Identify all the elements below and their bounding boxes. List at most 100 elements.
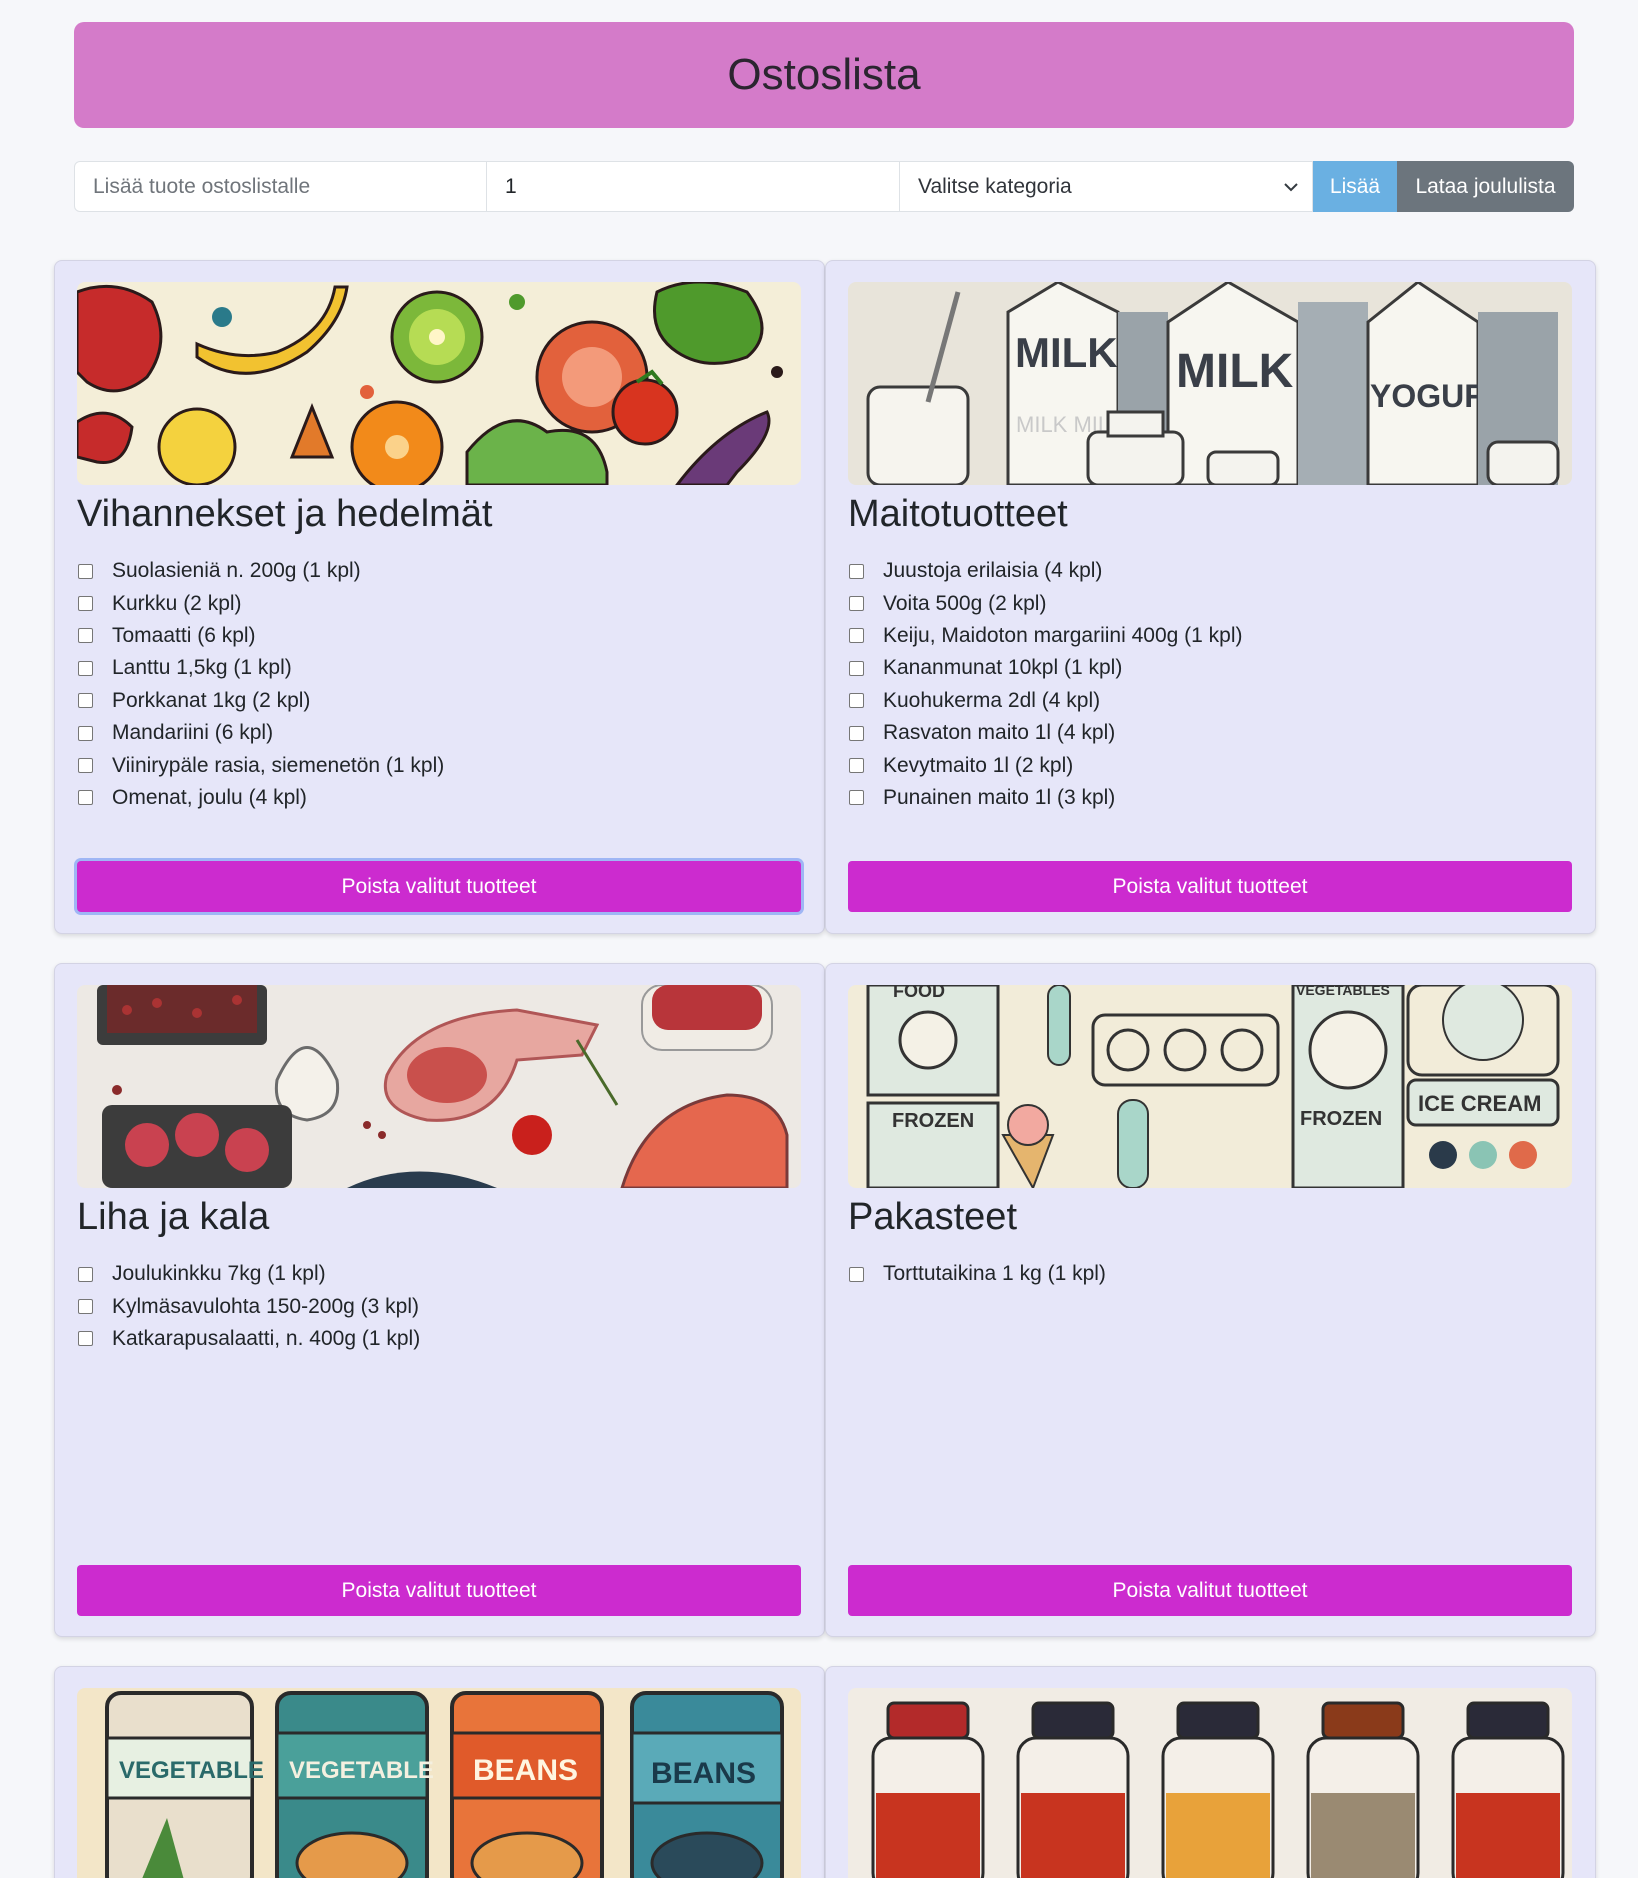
item-checkbox[interactable] xyxy=(849,660,864,676)
category-image: FOOD FROZEN VEGETABLES FROZEN ICE CREAM xyxy=(848,985,1572,1188)
delete-selected-button[interactable]: Poista valitut tuotteet xyxy=(848,861,1572,912)
category-image xyxy=(77,282,801,485)
item-label: Omenat, joulu (4 kpl) xyxy=(112,785,307,809)
list-item: Suolasieniä n. 200g (1 kpl) xyxy=(77,555,444,587)
list-item: Joulukinkku 7kg (1 kpl) xyxy=(77,1258,420,1290)
item-checkbox[interactable] xyxy=(78,596,93,612)
category-card-dairy: MILK MILK MILK MILK YOGURT Maitotuotteet… xyxy=(825,260,1596,934)
item-checkbox[interactable] xyxy=(78,1299,93,1315)
item-checkbox[interactable] xyxy=(78,693,93,709)
item-list: Torttutaikina 1 kg (1 kpl) xyxy=(848,1258,1106,1290)
list-item: Kuohukerma 2dl (4 kpl) xyxy=(848,685,1243,717)
category-title: Pakasteet xyxy=(848,1196,1017,1238)
can-label-4: BEANS xyxy=(651,1757,756,1790)
category-card-meat-fish: Liha ja kala Joulukinkku 7kg (1 kpl) Kyl… xyxy=(54,963,825,1637)
item-label: Porkkanat 1kg (2 kpl) xyxy=(112,688,311,712)
add-item-form: Lisää tuote ostoslistalle 1 Valitse kate… xyxy=(74,161,1574,212)
category-card-canned: VEGETABLE VEGETABLE BEANS BEANS xyxy=(54,1666,825,1878)
can-label-3: BEANS xyxy=(473,1754,578,1787)
item-checkbox[interactable] xyxy=(849,1266,864,1282)
item-label: Suolasieniä n. 200g (1 kpl) xyxy=(112,559,361,583)
category-card-frozen: FOOD FROZEN VEGETABLES FROZEN ICE CREAM … xyxy=(825,963,1596,1637)
list-item: Lanttu 1,5kg (1 kpl) xyxy=(77,652,444,684)
item-checkbox[interactable] xyxy=(849,725,864,741)
category-image xyxy=(77,985,801,1188)
item-label: Kylmäsavulohta 150-200g (3 kpl) xyxy=(112,1294,420,1318)
load-christmas-list-button[interactable]: Lataa joululista xyxy=(1397,161,1574,212)
category-image: MILK MILK MILK MILK YOGURT xyxy=(848,282,1572,485)
list-item: Punainen maito 1l (3 kpl) xyxy=(848,782,1243,814)
add-button[interactable]: Lisää xyxy=(1313,161,1397,212)
item-checkbox[interactable] xyxy=(78,790,93,806)
item-list: Suolasieniä n. 200g (1 kpl) Kurkku (2 kp… xyxy=(77,555,444,814)
category-image xyxy=(848,1688,1572,1878)
item-label: Kananmunat 10kpl (1 kpl) xyxy=(883,656,1123,680)
list-item: Keiju, Maidoton margariini 400g (1 kpl) xyxy=(848,620,1243,652)
item-list: Juustoja erilaisia (4 kpl) Voita 500g (2… xyxy=(848,555,1243,814)
frozen-label-2: FROZEN xyxy=(1300,1108,1382,1130)
quantity-input[interactable]: 1 xyxy=(487,161,900,212)
item-checkbox[interactable] xyxy=(78,1331,93,1347)
frozen-label-food: FOOD xyxy=(893,985,945,1001)
item-checkbox[interactable] xyxy=(78,1266,93,1282)
item-checkbox[interactable] xyxy=(78,660,93,676)
category-title: Vihannekset ja hedelmät xyxy=(77,493,493,535)
delete-selected-button[interactable]: Poista valitut tuotteet xyxy=(77,861,801,912)
list-item: Kylmäsavulohta 150-200g (3 kpl) xyxy=(77,1290,420,1322)
category-image: VEGETABLE VEGETABLE BEANS BEANS xyxy=(77,1688,801,1878)
category-title: Liha ja kala xyxy=(77,1196,270,1238)
item-label: Mandariini (6 kpl) xyxy=(112,721,274,745)
item-label: Keiju, Maidoton margariini 400g (1 kpl) xyxy=(883,623,1243,647)
product-input[interactable]: Lisää tuote ostoslistalle xyxy=(74,161,487,212)
delete-selected-button[interactable]: Poista valitut tuotteet xyxy=(77,1565,801,1616)
item-checkbox[interactable] xyxy=(78,725,93,741)
item-label: Katkarapusalaatti, n. 400g (1 kpl) xyxy=(112,1326,421,1350)
can-label-2: VEGETABLE xyxy=(289,1757,434,1784)
category-select-value: Valitse kategoria xyxy=(918,174,1072,198)
can-label-1: VEGETABLE xyxy=(119,1757,264,1784)
list-item: Torttutaikina 1 kg (1 kpl) xyxy=(848,1258,1106,1290)
item-checkbox[interactable] xyxy=(78,628,93,644)
item-label: Kurkku (2 kpl) xyxy=(112,591,242,615)
milk-carton-label: MILK xyxy=(1015,329,1118,376)
list-item: Viinirypäle rasia, siemenetön (1 kpl) xyxy=(77,749,444,781)
page-title: Ostoslista xyxy=(74,22,1574,128)
item-label: Lanttu 1,5kg (1 kpl) xyxy=(112,656,292,680)
list-item: Porkkanat 1kg (2 kpl) xyxy=(77,685,444,717)
milk-carton-label-2: MILK xyxy=(1176,345,1294,398)
list-item: Katkarapusalaatti, n. 400g (1 kpl) xyxy=(77,1323,420,1355)
item-label: Rasvaton maito 1l (4 kpl) xyxy=(883,721,1116,745)
item-checkbox[interactable] xyxy=(849,628,864,644)
list-item: Tomaatti (6 kpl) xyxy=(77,620,444,652)
item-label: Torttutaikina 1 kg (1 kpl) xyxy=(883,1262,1106,1286)
category-card-spices xyxy=(825,1666,1596,1878)
item-label: Kuohukerma 2dl (4 kpl) xyxy=(883,688,1101,712)
chevron-down-icon xyxy=(1284,182,1298,191)
item-list: Joulukinkku 7kg (1 kpl) Kylmäsavulohta 1… xyxy=(77,1258,420,1355)
category-title: Maitotuotteet xyxy=(848,493,1068,535)
list-item: Kevytmaito 1l (2 kpl) xyxy=(848,749,1243,781)
list-item: Juustoja erilaisia (4 kpl) xyxy=(848,555,1243,587)
item-checkbox[interactable] xyxy=(849,790,864,806)
item-checkbox[interactable] xyxy=(849,596,864,612)
item-checkbox[interactable] xyxy=(78,758,93,774)
item-checkbox[interactable] xyxy=(78,563,93,579)
list-item: Mandariini (6 kpl) xyxy=(77,717,444,749)
list-item: Kurkku (2 kpl) xyxy=(77,587,444,619)
item-checkbox[interactable] xyxy=(849,693,864,709)
ice-cream-label: ICE CREAM xyxy=(1418,1091,1541,1116)
item-label: Punainen maito 1l (3 kpl) xyxy=(883,785,1116,809)
delete-selected-button[interactable]: Poista valitut tuotteet xyxy=(848,1565,1572,1616)
vegetables-label: VEGETABLES xyxy=(1296,985,1390,998)
item-label: Juustoja erilaisia (4 kpl) xyxy=(883,559,1103,583)
frozen-label: FROZEN xyxy=(892,1110,974,1132)
item-checkbox[interactable] xyxy=(849,563,864,579)
category-select[interactable]: Valitse kategoria xyxy=(900,161,1313,212)
item-label: Kevytmaito 1l (2 kpl) xyxy=(883,753,1074,777)
item-checkbox[interactable] xyxy=(849,758,864,774)
list-item: Voita 500g (2 kpl) xyxy=(848,587,1243,619)
item-label: Joulukinkku 7kg (1 kpl) xyxy=(112,1262,326,1286)
item-label: Voita 500g (2 kpl) xyxy=(883,591,1047,615)
list-item: Rasvaton maito 1l (4 kpl) xyxy=(848,717,1243,749)
list-item: Kananmunat 10kpl (1 kpl) xyxy=(848,652,1243,684)
